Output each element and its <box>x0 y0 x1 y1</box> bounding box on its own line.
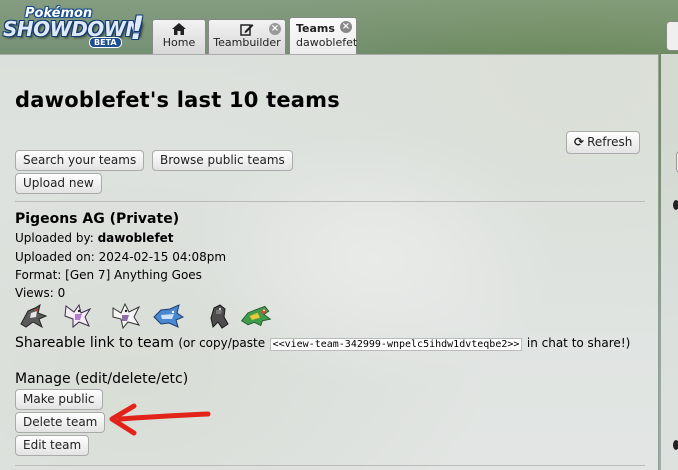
refresh-label: Refresh <box>587 135 633 149</box>
close-icon[interactable]: × <box>340 21 352 33</box>
tab-teambuilder-label: Teambuilder <box>213 36 281 49</box>
pokemon-sprite-3 <box>112 302 141 330</box>
tab-teambuilder[interactable]: Teambuilder × <box>208 19 286 54</box>
tab-home[interactable]: Home <box>152 19 206 54</box>
uploaded-by-label: Uploaded by: <box>15 231 94 245</box>
uploaded-on: Uploaded on: 2024-02-15 04:08pm <box>15 250 227 264</box>
tab-teams[interactable]: Teams dawoblefet × <box>289 17 357 54</box>
team-views: Views: 0 <box>15 286 66 300</box>
share-hint-prefix: (or copy/paste <box>178 336 266 350</box>
pokemon-sprite-1 <box>20 303 48 329</box>
team-name: Pigeons AG (Private) <box>15 211 180 227</box>
annotation-arrow <box>109 403 211 436</box>
right-edge-button[interactable] <box>666 21 678 51</box>
logo-exclamation: ! <box>130 9 145 47</box>
share-label: Shareable link to team <box>15 335 174 351</box>
logo-main-text: SHOWDOWN <box>3 17 142 41</box>
refresh-button[interactable]: ⟳ Refresh <box>566 131 641 154</box>
showdown-logo[interactable]: Pokémon SHOWDOWN ! BETA <box>3 6 149 50</box>
make-public-button[interactable]: Make public <box>15 389 103 410</box>
search-teams-button[interactable]: Search your teams <box>15 150 145 171</box>
delete-team-button[interactable]: Delete team <box>15 412 106 433</box>
upload-new-button[interactable]: Upload new <box>15 173 102 194</box>
pokemon-sprite-2 <box>64 303 92 329</box>
tab-teams-subtitle: dawoblefet <box>296 36 358 49</box>
edit-team-button[interactable]: Edit team <box>15 435 90 456</box>
manage-label: Manage (edit/delete/etc) <box>15 371 189 387</box>
share-hint-suffix: in chat to share!) <box>526 336 631 350</box>
page-title: dawoblefet's last 10 teams <box>15 88 340 112</box>
top-header: Pokémon SHOWDOWN ! BETA Home Teambuilder… <box>0 0 678 54</box>
logo-beta-badge: BETA <box>89 37 122 48</box>
team-share-code[interactable]: <<view-team-342999-wnpelc5ihdw1dvteqbe2>… <box>269 338 523 351</box>
divider <box>15 465 645 466</box>
pokemon-sprite-4 <box>153 304 184 328</box>
share-link-text: Shareable link to team (or copy/paste <<… <box>15 335 645 353</box>
side-panel <box>661 54 678 470</box>
browse-public-teams-button[interactable]: Browse public teams <box>152 150 293 171</box>
uploader-name[interactable]: dawoblefet <box>98 231 174 245</box>
close-icon[interactable]: × <box>269 23 281 35</box>
pokemon-sprite-5 <box>210 304 229 329</box>
teams-panel: dawoblefet's last 10 teams ⟳ Refresh Sear… <box>0 54 659 470</box>
refresh-icon: ⟳ <box>574 135 585 149</box>
tab-home-label: Home <box>162 36 196 49</box>
side-dot <box>673 200 678 210</box>
team-format: Format: [Gen 7] Anything Goes <box>15 268 202 282</box>
divider <box>15 201 645 202</box>
home-icon <box>153 20 205 36</box>
side-dot <box>673 440 678 450</box>
uploaded-by: Uploaded by: dawoblefet <box>15 231 174 245</box>
pokemon-sprite-6 <box>241 305 272 327</box>
